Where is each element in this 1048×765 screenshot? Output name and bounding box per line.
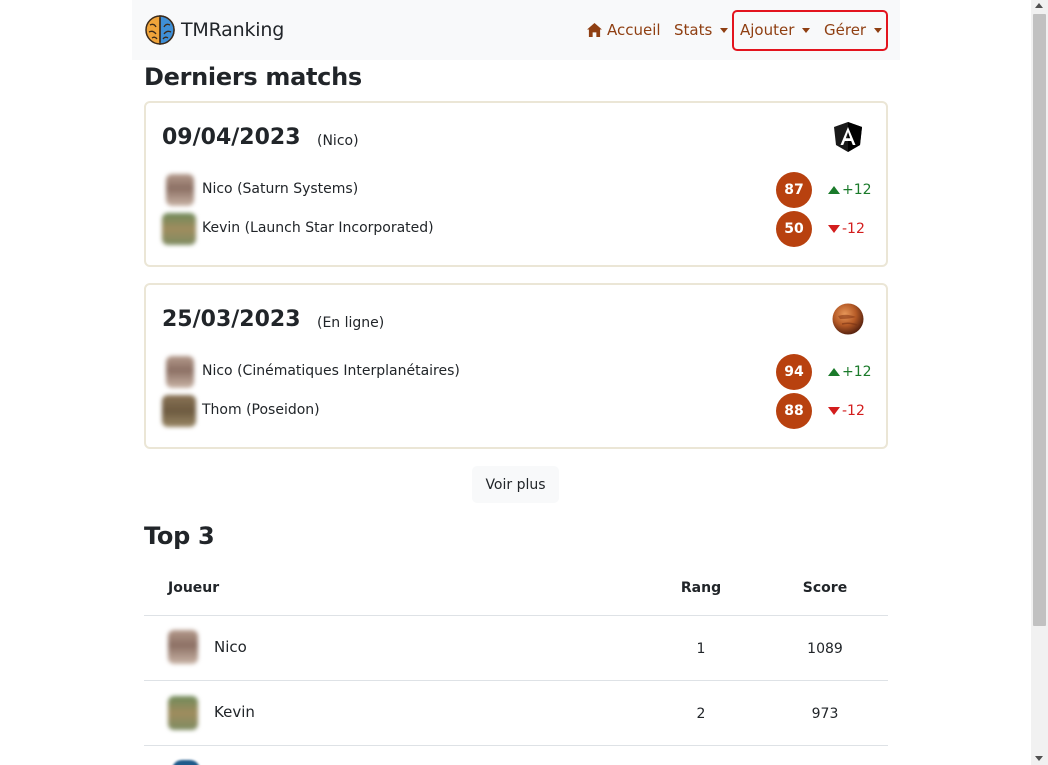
- score-badge: 88: [776, 393, 812, 429]
- nav-stats-label: Stats: [674, 21, 713, 39]
- delta-value: -12: [842, 221, 865, 237]
- player-name: Nico (Cinématiques Interplanétaires): [202, 363, 460, 379]
- caret-down-icon: [874, 27, 883, 33]
- match-card: 09/04/2023 (Nico) Nico (Saturn Systems) …: [144, 101, 888, 267]
- nav-home-label: Accueil: [607, 21, 661, 39]
- top3-title: Top 3: [144, 522, 215, 550]
- score-delta: +12: [828, 364, 872, 380]
- player-rank: 2: [696, 706, 706, 722]
- triangle-up-icon: [828, 186, 840, 194]
- nav-add-label: Ajouter: [740, 21, 795, 39]
- mars-planet-icon: [832, 303, 864, 335]
- table-divider: [144, 680, 888, 681]
- score-delta: +12: [828, 182, 872, 198]
- match-date: 25/03/2023: [162, 307, 301, 332]
- player-avatar: [166, 174, 194, 206]
- player-row: Kevin (Launch Star Incorporated) 50 -12: [162, 211, 874, 247]
- match-host: (Nico): [317, 133, 359, 149]
- player-avatar: [168, 696, 198, 730]
- delta-value: +12: [842, 182, 872, 198]
- triangle-down-icon: [828, 225, 840, 233]
- table-divider: [144, 745, 888, 746]
- nav-manage-label: Gérer: [824, 21, 867, 39]
- nav-add-dropdown[interactable]: Ajouter: [740, 21, 811, 39]
- player-row: Nico (Cinématiques Interplanétaires) 94 …: [162, 354, 874, 390]
- match-card: 25/03/2023 (En ligne) Nico (Cinématiques…: [144, 283, 888, 449]
- see-more-button[interactable]: Voir plus: [472, 466, 559, 503]
- player-score: 1089: [807, 641, 843, 657]
- triangle-down-icon: [828, 407, 840, 415]
- player-score: 973: [811, 706, 839, 722]
- scroll-up-arrow-icon[interactable]: [1035, 3, 1043, 8]
- nav-home-link[interactable]: Accueil: [587, 21, 661, 39]
- player-name: Thom (Poseidon): [202, 402, 320, 418]
- player-rank: 1: [696, 641, 706, 657]
- scroll-down-arrow-icon[interactable]: [1035, 756, 1043, 761]
- score-badge: 94: [776, 354, 812, 390]
- brand[interactable]: TMRanking: [144, 14, 284, 46]
- score-badge: 87: [776, 172, 812, 208]
- navbar: TMRanking Accueil Stats Ajouter Gérer: [132, 0, 900, 60]
- player-avatar: [162, 213, 196, 245]
- player-name: Nico: [214, 638, 247, 656]
- column-header-score: Score: [802, 580, 848, 596]
- column-header-rank: Rang: [680, 580, 722, 596]
- player-name: Nico (Saturn Systems): [202, 181, 359, 197]
- player-row: Thom (Poseidon) 88 -12: [162, 393, 874, 429]
- caret-down-icon: [802, 27, 811, 33]
- score-badge: 50: [776, 211, 812, 247]
- page-scrollbar[interactable]: [1031, 0, 1048, 765]
- delta-value: -12: [842, 403, 865, 419]
- score-delta: -12: [828, 403, 865, 419]
- nav-stats-dropdown[interactable]: Stats: [674, 21, 729, 39]
- matches-title: Derniers matchs: [144, 63, 362, 91]
- match-date: 09/04/2023: [162, 125, 301, 150]
- player-name: Kevin: [214, 703, 255, 721]
- column-header-player: Joueur: [168, 580, 220, 596]
- player-avatar: [162, 395, 196, 427]
- home-icon: [587, 23, 602, 37]
- nav-manage-dropdown[interactable]: Gérer: [824, 21, 883, 39]
- caret-down-icon: [720, 27, 729, 33]
- player-avatar: [172, 760, 200, 765]
- player-avatar: [168, 630, 198, 664]
- brand-name: TMRanking: [181, 19, 285, 41]
- scrollbar-thumb[interactable]: [1033, 14, 1046, 626]
- triangle-up-icon: [828, 368, 840, 376]
- brain-logo-icon: [145, 15, 175, 45]
- match-host: (En ligne): [317, 315, 385, 331]
- score-delta: -12: [828, 221, 865, 237]
- table-divider: [144, 615, 888, 616]
- angular-shield-icon: [834, 122, 862, 152]
- player-row: Nico (Saturn Systems) 87 +12: [162, 172, 874, 208]
- player-name: Kevin (Launch Star Incorporated): [202, 220, 434, 236]
- player-avatar: [166, 356, 194, 388]
- delta-value: +12: [842, 364, 872, 380]
